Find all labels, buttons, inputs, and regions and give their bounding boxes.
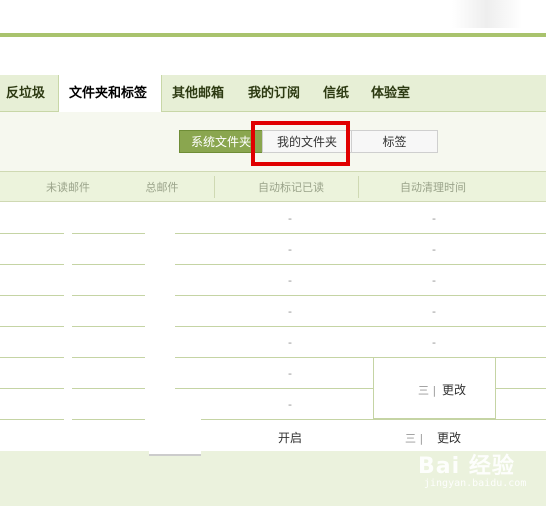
- header-divider: [214, 176, 215, 198]
- row-separator: [0, 419, 64, 420]
- auto-clean-merged-cell: 三 | 更改: [373, 357, 496, 419]
- auto-clean-setting-text: 三 |: [418, 384, 437, 397]
- baidu-watermark: Bai 经验 jingyan.baidu.com: [418, 444, 528, 496]
- row-separator: [72, 295, 145, 296]
- auto-read-value: -: [288, 212, 292, 225]
- row-separator: [72, 233, 145, 234]
- watermark-url: jingyan.baidu.com: [424, 478, 527, 489]
- row-separator: [72, 357, 145, 358]
- auto-read-value: -: [288, 274, 292, 287]
- change-link[interactable]: 更改: [442, 381, 466, 398]
- white-tab-overlay: [149, 418, 201, 456]
- row-separator: [175, 388, 373, 389]
- auto-clean-value: -: [432, 274, 436, 287]
- settings-tab-bar: 反垃圾 文件夹和标签 其他邮箱 我的订阅 信纸 体验室: [0, 75, 546, 112]
- row-separator: [175, 233, 546, 234]
- row-separator: [72, 419, 145, 420]
- header-total-mails: 总邮件: [145, 181, 179, 194]
- row-separator: [0, 388, 64, 389]
- auto-read-value: -: [288, 243, 292, 256]
- header-divider: [358, 176, 359, 198]
- row-separator: [175, 419, 546, 420]
- watermark-text: Bai 经验: [418, 454, 515, 479]
- auto-read-value: -: [288, 367, 292, 380]
- auto-read-value: -: [288, 398, 292, 411]
- top-gap: [0, 37, 546, 75]
- tab-my-subscriptions[interactable]: 我的订阅: [248, 75, 300, 110]
- auto-clean-value: -: [432, 305, 436, 318]
- row-separator: [175, 326, 546, 327]
- row-separator: [72, 388, 145, 389]
- row-separator: [72, 326, 145, 327]
- header-auto-mark-read: 自动标记已读: [258, 181, 324, 194]
- header-auto-clean-time: 自动清理时间: [400, 181, 466, 194]
- row-separator: [496, 388, 546, 389]
- row-separator: [0, 295, 64, 296]
- auto-read-enabled: 开启: [277, 431, 302, 445]
- row-separator: [0, 264, 64, 265]
- row-separator: [175, 295, 546, 296]
- labels-button[interactable]: 标签: [351, 130, 438, 153]
- header-unread-mails: 未读邮件: [46, 181, 90, 194]
- tab-other-mailboxes[interactable]: 其他邮箱: [172, 75, 224, 110]
- top-bar-shadow: [452, 0, 522, 28]
- top-bar: [0, 0, 546, 37]
- tab-antispam[interactable]: 反垃圾: [6, 75, 45, 110]
- row-separator: [0, 326, 64, 327]
- auto-clean-value: -: [432, 212, 436, 225]
- auto-read-value: -: [288, 336, 292, 349]
- row-separator: [72, 264, 145, 265]
- row-separator: [0, 357, 64, 358]
- auto-clean-value: -: [432, 243, 436, 256]
- tab-stationery[interactable]: 信纸: [323, 75, 349, 110]
- tab-lab[interactable]: 体验室: [371, 75, 410, 110]
- auto-read-value: -: [288, 305, 292, 318]
- auto-clean-value: -: [432, 336, 436, 349]
- highlight-box: [251, 121, 350, 166]
- row-separator: [0, 233, 64, 234]
- tab-folders-and-labels[interactable]: 文件夹和标签: [58, 75, 162, 112]
- row-separator: [175, 264, 546, 265]
- table-header: 未读邮件 总邮件 自动标记已读 自动清理时间: [0, 171, 546, 202]
